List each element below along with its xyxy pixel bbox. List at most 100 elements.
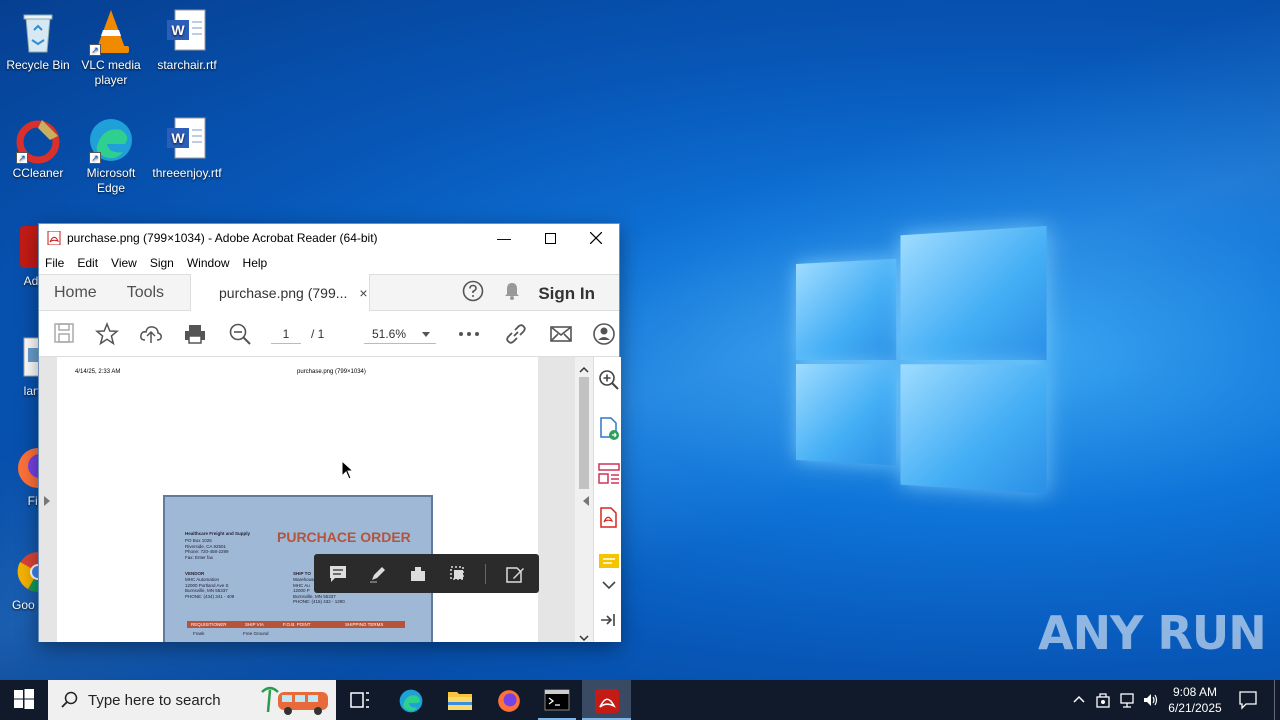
zoom-level-select[interactable]: 51.6% <box>364 324 436 344</box>
title-bar[interactable]: purchase.png (799×1034) - Adobe Acrobat … <box>39 224 619 252</box>
ccleaner-icon: ↗ <box>14 116 62 164</box>
export-pdf-icon[interactable] <box>598 417 620 446</box>
menu-help[interactable]: Help <box>243 256 268 270</box>
minimize-button[interactable]: — <box>481 224 527 252</box>
page-header-title: purchase.png (799×1034) <box>297 369 366 375</box>
po-shipto-label: SHIP TO <box>293 571 311 576</box>
po-col-requisitioner: REQUISITIONER <box>191 622 227 627</box>
recycle-bin-icon <box>14 8 62 56</box>
tab-document[interactable]: purchase.png (799... × <box>190 274 370 311</box>
svg-text:W: W <box>171 130 185 146</box>
stamp-icon[interactable] <box>409 565 427 588</box>
email-icon[interactable] <box>549 322 573 346</box>
more-tools-chevron-down-icon[interactable] <box>602 577 616 595</box>
po-vendor-address: MHC Automation 12000 Portland Ave S Burn… <box>185 577 235 599</box>
desktop-icon-label: Microsoft Edge <box>86 166 136 195</box>
po-cell-ship-via: Free Ground <box>243 631 269 636</box>
desktop-icon-starchair[interactable]: W starchair.rtf <box>149 8 225 73</box>
menu-edit[interactable]: Edit <box>77 256 98 270</box>
show-desktop-button[interactable] <box>1274 680 1275 720</box>
taskbar-edge-icon[interactable] <box>398 688 423 713</box>
po-company-name: Healthcare Freight and Supply <box>185 531 251 536</box>
collapse-panel-icon[interactable] <box>600 613 616 632</box>
file-explorer-icon[interactable] <box>447 688 472 712</box>
desktop-icon-threeenjoy[interactable]: W threeenjoy.rtf <box>149 116 225 181</box>
po-title: PURCHACE ORDER <box>277 529 411 545</box>
menu-file[interactable]: File <box>45 256 64 270</box>
tray-app-icon[interactable] <box>1094 691 1112 714</box>
volume-icon[interactable] <box>1142 691 1160 714</box>
desktop-icon-vlc[interactable]: ↗ VLC media player <box>73 8 149 88</box>
task-view-icon[interactable] <box>348 688 372 712</box>
edge-icon: ↗ <box>87 116 135 164</box>
organize-pages-icon[interactable] <box>598 463 620 490</box>
taskbar-clock[interactable]: 9:08 AM 6/21/2025 <box>1164 684 1226 716</box>
po-cell-requisitioner: Frank <box>193 631 205 636</box>
acrobat-window: purchase.png (799×1034) - Adobe Acrobat … <box>38 223 621 642</box>
taskbar-acrobat-icon[interactable] <box>594 688 619 713</box>
desktop-icon-recycle-bin[interactable]: Recycle Bin <box>0 8 76 73</box>
desktop-icon-label: CCleaner <box>12 166 64 180</box>
desktop-icon-label: threeenjoy.rtf <box>152 166 222 180</box>
highlight-pen-icon[interactable] <box>369 565 387 588</box>
left-panel-expand-arrow-icon[interactable] <box>43 493 51 511</box>
add-user-icon[interactable] <box>593 322 617 346</box>
po-col-terms: SHIPPING TERMS <box>345 622 384 627</box>
edit-pdf-icon[interactable] <box>598 507 620 536</box>
comment-icon[interactable] <box>598 553 620 576</box>
search-icon <box>61 691 79 713</box>
page-header-date: 4/14/25, 2:33 AM <box>75 369 121 375</box>
taskbar-firefox-icon[interactable] <box>496 688 520 712</box>
menu-sign[interactable]: Sign <box>150 256 174 270</box>
action-center-notification-icon[interactable] <box>1238 690 1258 715</box>
taskbar-search-box[interactable]: Type here to search <box>48 680 336 720</box>
close-window-button[interactable] <box>573 224 619 252</box>
document-view[interactable]: 4/14/25, 2:33 AM purchase.png (799×1034)… <box>39 357 575 642</box>
save-icon[interactable] <box>53 322 77 346</box>
help-icon[interactable] <box>462 280 484 307</box>
menu-window[interactable]: Window <box>187 256 230 270</box>
add-comment-icon[interactable] <box>329 565 347 588</box>
zoom-level-value: 51.6% <box>372 327 407 341</box>
right-panel-collapse-arrow-icon[interactable] <box>582 493 590 511</box>
clock-time: 9:08 AM <box>1172 685 1218 699</box>
maximize-button[interactable] <box>527 224 573 252</box>
share-link-icon[interactable] <box>504 322 528 346</box>
right-tools-panel <box>583 357 621 642</box>
tab-document-label: purchase.png (799... <box>219 284 348 301</box>
taskbar: Type here to search 9:08 AM 6/21/2025 <box>0 680 1280 720</box>
scrollbar-thumb[interactable] <box>579 377 589 489</box>
zoom-out-icon[interactable] <box>228 322 252 346</box>
tab-home[interactable]: Home <box>39 274 112 311</box>
show-hidden-icons-chevron-icon[interactable] <box>1072 692 1086 711</box>
print-icon[interactable] <box>183 322 207 346</box>
page-number-input[interactable]: 1 <box>271 324 301 344</box>
sign-in-button[interactable]: Sign In <box>538 284 595 304</box>
search-highlight-beach-icon <box>258 682 334 720</box>
bookmark-star-icon[interactable] <box>95 321 119 346</box>
scroll-down-arrow-icon[interactable] <box>579 629 589 647</box>
word-document-icon: W <box>163 116 211 164</box>
toolbar: 1 / 1 51.6% <box>39 311 619 357</box>
page-total: / 1 <box>311 327 325 341</box>
terminal-icon[interactable] <box>544 688 570 712</box>
notifications-bell-icon[interactable] <box>502 281 522 306</box>
menu-view[interactable]: View <box>111 256 137 270</box>
edit-text-icon[interactable] <box>505 564 525 589</box>
word-document-icon: W <box>163 8 211 56</box>
po-table-header: REQUISITIONER SHIP VIA F.O.B. POINT SHIP… <box>187 621 405 628</box>
windows-logo-wallpaper <box>796 225 1047 495</box>
close-tab-icon[interactable]: × <box>359 285 367 301</box>
desktop-icon-label: Recycle Bin <box>6 58 70 72</box>
desktop-icon-ccleaner[interactable]: ↗ CCleaner <box>0 116 76 181</box>
tab-tools[interactable]: Tools <box>112 274 179 311</box>
toolbar-divider <box>485 564 486 584</box>
network-icon[interactable] <box>1118 691 1136 714</box>
desktop-icon-edge[interactable]: ↗ Microsoft Edge <box>73 116 149 196</box>
zoom-in-icon[interactable] <box>598 369 620 396</box>
more-tools-icon[interactable] <box>457 322 481 346</box>
vlc-cone-icon: ↗ <box>87 8 135 56</box>
upload-cloud-icon[interactable] <box>139 322 163 346</box>
select-area-icon[interactable] <box>449 565 467 588</box>
start-windows-icon[interactable] <box>13 688 37 712</box>
